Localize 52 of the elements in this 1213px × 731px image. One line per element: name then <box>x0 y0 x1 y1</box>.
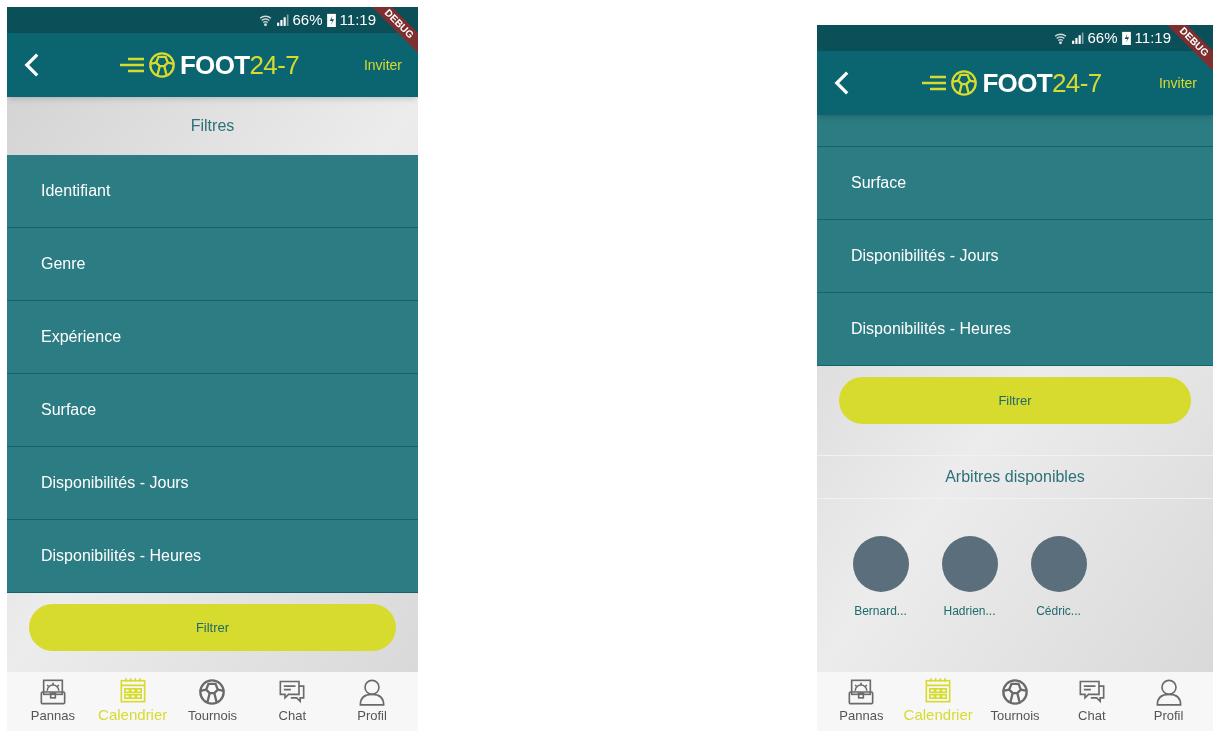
speed-lines-icon <box>119 57 144 73</box>
app-logo: FOOT24-7 <box>179 52 299 78</box>
nav-tab[interactable]: Chat <box>252 677 333 726</box>
profile-icon <box>358 677 387 706</box>
filter-row[interactable]: Disponibilités - Jours <box>817 220 1213 293</box>
battery-icon <box>1121 31 1131 45</box>
soccer-ball-icon <box>198 677 227 706</box>
signal-icon <box>275 13 289 27</box>
nav-tab[interactable]: Tournois <box>172 677 253 726</box>
filter-row[interactable]: Identifiant <box>7 155 418 228</box>
nav-tab[interactable]: Profil <box>1130 677 1207 726</box>
nav-tab[interactable]: Profil <box>332 677 412 726</box>
clock-time: 11:19 <box>339 9 376 30</box>
wifi-icon <box>258 13 272 27</box>
filter-row[interactable]: Surface <box>817 147 1213 220</box>
profile-icon <box>1154 677 1183 706</box>
speed-lines-icon <box>922 75 947 91</box>
signal-icon <box>1070 31 1084 45</box>
back-icon <box>833 70 851 96</box>
calendar-icon <box>924 676 953 705</box>
nav-tab[interactable]: Pannas <box>13 677 93 726</box>
filter-row[interactable]: Disponibilités - Jours <box>7 447 418 520</box>
filter-row[interactable]: Genre <box>7 228 418 301</box>
nav-tab[interactable]: Pannas <box>823 677 900 726</box>
clock-time: 11:19 <box>1134 27 1171 48</box>
referee-name: Bernard... <box>854 603 907 620</box>
chest-icon <box>847 677 876 706</box>
section-title: Arbitres disponibles <box>945 467 1085 487</box>
nav-tab[interactable]: Tournois <box>976 677 1054 726</box>
filters-title: Filtres <box>190 116 235 136</box>
soccer-ball-icon <box>1001 677 1029 706</box>
wifi-icon <box>1053 31 1067 45</box>
app-logo: FOOT24-7 <box>982 70 1102 96</box>
filter-row[interactable]: Disponibilités - Heures <box>7 520 418 593</box>
calendar-icon <box>118 676 147 705</box>
invite-button[interactable]: Inviter <box>1158 72 1197 94</box>
back-icon <box>23 52 41 78</box>
filter-row[interactable]: Surface <box>7 374 418 447</box>
battery-percent: 66% <box>1087 27 1118 48</box>
filter-row[interactable]: Disponibilités - Heures <box>817 293 1213 366</box>
chest-icon <box>38 677 67 706</box>
soccer-ball-icon <box>950 69 979 97</box>
filter-button[interactable]: Filtrer <box>29 604 396 651</box>
nav-tab[interactable]: Chat <box>1053 677 1131 726</box>
filter-row[interactable]: Expérience <box>7 301 418 374</box>
filter-button[interactable]: Filtrer <box>839 377 1191 424</box>
referee-name: Cédric... <box>1036 603 1081 620</box>
invite-button[interactable]: Inviter <box>363 54 402 76</box>
referee-name: Hadrien... <box>943 603 996 620</box>
battery-icon <box>326 13 336 27</box>
soccer-ball-icon <box>147 51 176 79</box>
battery-percent: 66% <box>292 9 323 30</box>
